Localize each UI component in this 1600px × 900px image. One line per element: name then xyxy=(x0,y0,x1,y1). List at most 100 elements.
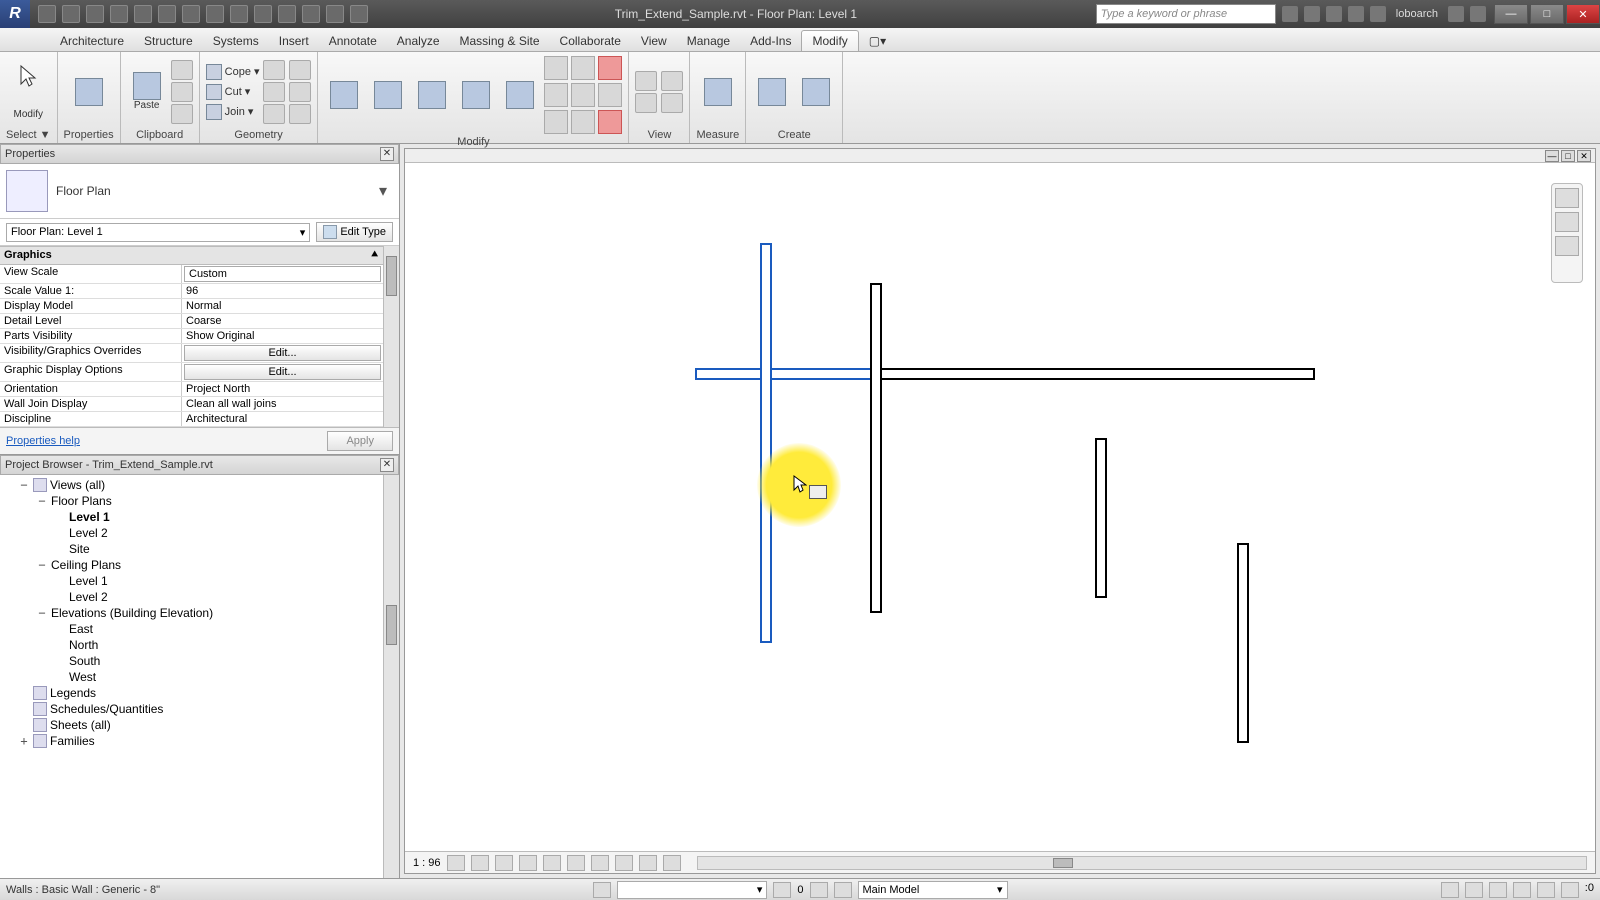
move-button[interactable] xyxy=(324,66,364,124)
view-icon-3[interactable] xyxy=(661,71,683,91)
tab-manage[interactable]: Manage xyxy=(677,31,740,51)
maximize-button[interactable]: □ xyxy=(1530,4,1564,24)
qat-close-hidden-icon[interactable] xyxy=(302,5,320,23)
qat-sync-icon[interactable] xyxy=(182,5,200,23)
properties-scrollbar[interactable] xyxy=(383,246,399,427)
search-go-icon[interactable] xyxy=(1282,6,1298,22)
wall-vertical-1[interactable] xyxy=(760,243,772,643)
paste-button[interactable]: Paste xyxy=(127,63,167,121)
tree-expander-icon[interactable]: − xyxy=(36,558,48,572)
filter-icon[interactable] xyxy=(1561,882,1579,898)
temp-hide-icon[interactable] xyxy=(639,855,657,871)
nav-zoom-icon[interactable] xyxy=(1555,236,1579,256)
qat-measure-icon[interactable] xyxy=(158,5,176,23)
select-face-icon[interactable] xyxy=(1513,882,1531,898)
detail-level-icon[interactable] xyxy=(447,855,465,871)
tree-node[interactable]: Level 1 xyxy=(0,509,383,525)
type-selector[interactable]: Floor Plan ▾ xyxy=(0,164,399,219)
mirror-draw-icon[interactable] xyxy=(544,83,568,107)
nav-wheel-icon[interactable] xyxy=(1555,188,1579,208)
visual-style-icon[interactable] xyxy=(471,855,489,871)
tab-insert[interactable]: Insert xyxy=(269,31,319,51)
properties-close-icon[interactable]: ✕ xyxy=(380,147,394,161)
tree-expander-icon[interactable]: + xyxy=(18,734,30,748)
exchange-icon[interactable] xyxy=(1326,6,1342,22)
tab-architecture[interactable]: Architecture xyxy=(50,31,134,51)
active-workset-icon[interactable] xyxy=(810,882,828,898)
cut-button[interactable]: Cut▾ xyxy=(206,83,260,101)
qat-3d-icon[interactable] xyxy=(230,5,248,23)
select-links-icon[interactable] xyxy=(1441,882,1459,898)
qat-text-icon[interactable] xyxy=(206,5,224,23)
prop-edit-button[interactable]: Edit... xyxy=(184,364,381,380)
view-scale[interactable]: 1 : 96 xyxy=(413,857,441,869)
prop-row[interactable]: Visibility/Graphics OverridesEdit... xyxy=(0,344,383,363)
copy-button[interactable] xyxy=(368,66,408,124)
workset-icon[interactable] xyxy=(593,882,611,898)
tree-node[interactable]: −Floor Plans xyxy=(0,493,383,509)
exchange-apps-icon[interactable] xyxy=(1448,6,1464,22)
tree-node[interactable]: Legends xyxy=(0,685,383,701)
editing-requests-icon[interactable] xyxy=(834,882,852,898)
apply-button[interactable]: Apply xyxy=(327,431,393,451)
prop-row[interactable]: Parts VisibilityShow Original xyxy=(0,329,383,344)
qat-thin-lines-icon[interactable] xyxy=(278,5,296,23)
geom-icon-1[interactable] xyxy=(263,60,285,80)
match-type-icon[interactable] xyxy=(171,104,193,124)
prop-edit-button[interactable]: Edit... xyxy=(184,345,381,361)
modify-tool-button[interactable]: Modify xyxy=(8,63,48,121)
array-icon[interactable] xyxy=(571,83,595,107)
tree-node[interactable]: −Ceiling Plans xyxy=(0,557,383,573)
qat-save-icon[interactable] xyxy=(62,5,80,23)
tree-expander-icon[interactable]: − xyxy=(18,478,30,492)
copy-clipboard-icon[interactable] xyxy=(171,82,193,102)
close-button[interactable]: ✕ xyxy=(1566,4,1600,24)
tree-node[interactable]: Schedules/Quantities xyxy=(0,701,383,717)
qat-undo-icon[interactable] xyxy=(86,5,104,23)
geom-icon-2[interactable] xyxy=(263,82,285,102)
wall-horizontal-right[interactable] xyxy=(882,368,1315,380)
minimize-button[interactable]: — xyxy=(1494,4,1528,24)
tree-expander-icon[interactable]: − xyxy=(36,606,48,620)
mirror-pick-icon[interactable] xyxy=(598,56,622,80)
tab-addins[interactable]: Add-Ins xyxy=(740,31,801,51)
tab-collaborate[interactable]: Collaborate xyxy=(550,31,631,51)
favorite-icon[interactable] xyxy=(1348,6,1364,22)
browser-tree[interactable]: −Views (all)−Floor Plans Level 1 Level 2… xyxy=(0,475,399,878)
tab-annotate[interactable]: Annotate xyxy=(319,31,387,51)
measure-button[interactable] xyxy=(698,63,738,121)
browser-scrollbar[interactable] xyxy=(383,475,399,878)
prop-row[interactable]: Scale Value 1:96 xyxy=(0,284,383,299)
geom-icon-3[interactable] xyxy=(263,104,285,124)
subscription-icon[interactable] xyxy=(1304,6,1320,22)
delete-icon[interactable] xyxy=(598,110,622,134)
tab-massing-site[interactable]: Massing & Site xyxy=(450,31,550,51)
tree-node[interactable]: Level 2 xyxy=(0,525,383,541)
qat-customize-icon[interactable] xyxy=(350,5,368,23)
prop-row[interactable]: View ScaleCustom xyxy=(0,265,383,284)
view-icon-1[interactable] xyxy=(635,71,657,91)
rotate-button[interactable] xyxy=(412,66,452,124)
tree-node[interactable]: −Views (all) xyxy=(0,477,383,493)
view-max-icon[interactable]: □ xyxy=(1561,150,1575,162)
instance-combo[interactable]: Floor Plan: Level 1▾ xyxy=(6,223,310,242)
cut-clipboard-icon[interactable] xyxy=(171,60,193,80)
offset-icon[interactable] xyxy=(571,56,595,80)
search-input[interactable]: Type a keyword or phrase xyxy=(1096,4,1276,24)
editable-only-icon[interactable] xyxy=(773,882,791,898)
tree-node[interactable]: South xyxy=(0,653,383,669)
tab-modify[interactable]: Modify xyxy=(801,30,858,51)
select-underlay-icon[interactable] xyxy=(1465,882,1483,898)
shadows-icon[interactable] xyxy=(519,855,537,871)
tree-node[interactable]: −Elevations (Building Elevation) xyxy=(0,605,383,621)
user-name[interactable]: loboarch xyxy=(1392,8,1442,20)
unhide-icon[interactable] xyxy=(615,855,633,871)
align-icon[interactable] xyxy=(544,56,568,80)
properties-button[interactable] xyxy=(69,63,109,121)
nav-pan-icon[interactable] xyxy=(1555,212,1579,232)
select-pinned-icon[interactable] xyxy=(1489,882,1507,898)
design-options-combo[interactable]: ▾ xyxy=(617,881,767,899)
prop-row[interactable]: Detail LevelCoarse xyxy=(0,314,383,329)
navigation-bar[interactable] xyxy=(1551,183,1583,283)
panel-select-label[interactable]: Select ▼ xyxy=(6,127,51,141)
